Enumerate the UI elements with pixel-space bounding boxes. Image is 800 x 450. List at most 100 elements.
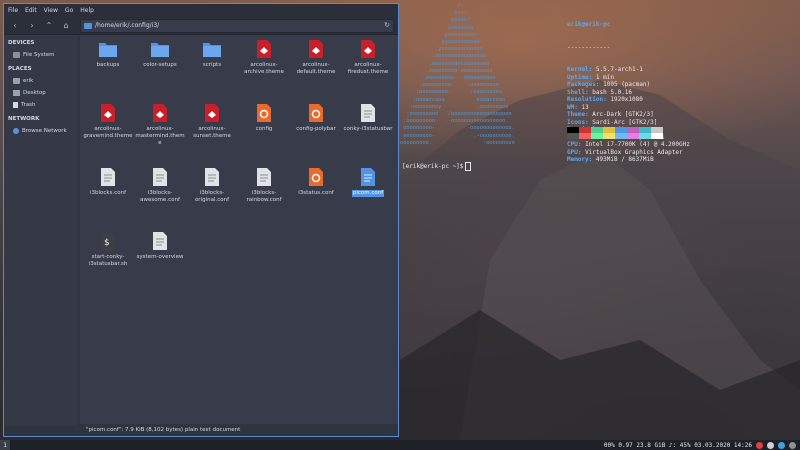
file-item[interactable]: $ start-conky-i3statusbar.sh xyxy=(82,231,134,295)
home-icon[interactable]: ⌂ xyxy=(59,19,73,33)
file-item[interactable]: arcolinux-archive.theme xyxy=(238,39,290,103)
network-globe-icon xyxy=(13,128,19,134)
file-item[interactable]: scripts xyxy=(186,39,238,103)
file-item[interactable]: color-setups xyxy=(134,39,186,103)
ascii-line: yooooooooooo xyxy=(400,39,480,46)
file-item[interactable]: arcolinux-mastermind.theme xyxy=(134,103,186,167)
file-item[interactable]: i3blocks-original.conf xyxy=(186,167,238,231)
terminal-window[interactable]: /- ooo: yoooo/ yooooooo yooooooooo yoooo… xyxy=(400,3,800,173)
sidebar-item-browse-network[interactable]: Browse Network xyxy=(4,125,78,137)
sidebar-item-trash[interactable]: Trash xyxy=(4,99,78,111)
info-value: Intel i7-7700K (4) @ 4.200GHz xyxy=(581,141,690,148)
up-arrow-icon[interactable]: ⌃ xyxy=(42,19,56,33)
color-swatch xyxy=(591,133,603,139)
file-item[interactable]: i3status.conf xyxy=(290,167,342,231)
forward-arrow-icon[interactable]: › xyxy=(25,19,39,33)
ascii-line: ooooooooo- .-oooooooooo. xyxy=(400,132,515,139)
info-row: Memory: 493MiB / 8637MiB xyxy=(567,156,690,164)
file-name: picom.conf xyxy=(351,190,385,197)
file-item[interactable]: picom.conf xyxy=(342,167,394,231)
sidebar-head-network: NETWORK xyxy=(8,116,40,122)
drive-icon xyxy=(13,52,20,58)
places-sidebar: DEVICES File System PLACES erik Desktop … xyxy=(4,35,78,426)
file-item[interactable]: i3blocks-awesome.conf xyxy=(134,167,186,231)
tray-network-icon[interactable] xyxy=(756,441,763,449)
ascii-line: :ooooooooo /ooooooooooooooooooo xyxy=(400,111,512,118)
file-item[interactable]: arcolinux-firedust.theme xyxy=(342,39,394,103)
folder-icon xyxy=(98,39,118,59)
file-icon xyxy=(98,103,118,123)
menu-file[interactable]: File xyxy=(8,7,18,14)
shell-prompt[interactable]: [erik@erik-pc ~]$ xyxy=(402,162,472,171)
tray-update-icon[interactable] xyxy=(778,441,785,449)
reload-icon[interactable]: ↻ xyxy=(384,21,390,29)
trash-icon xyxy=(13,102,18,108)
info-key: Theme: xyxy=(567,111,589,118)
file-item[interactable]: conky-i3statusbar xyxy=(342,103,394,167)
file-item[interactable]: backups xyxy=(82,39,134,103)
color-swatch xyxy=(615,133,627,139)
file-item[interactable]: arcolinux-sunset.theme xyxy=(186,103,238,167)
ascii-line: .ooooooooo- oooooooooo xyxy=(400,75,496,82)
file-item[interactable]: arcolinux-default.theme xyxy=(290,39,342,103)
info-row: WM: i3 xyxy=(567,104,690,112)
sidebar-item-label: erik xyxy=(23,78,34,84)
tray-app-icon[interactable] xyxy=(767,441,774,449)
ascii-line: :ooooooooo. :ooooooooo xyxy=(400,89,503,96)
ascii-line: .oooooooooooooooo xyxy=(400,53,487,60)
info-value: 1005 (pacman) xyxy=(599,81,651,88)
file-name: i3status.conf xyxy=(298,190,334,196)
file-manager-window: File Edit View Go Help ‹ › ⌃ ⌂ /home/eri… xyxy=(3,3,399,437)
menu-help[interactable]: Help xyxy=(80,7,94,14)
ascii-line: ooo: xyxy=(400,10,467,17)
file-item[interactable]: arcolinux-gravemind.theme xyxy=(82,103,134,167)
info-key: Kernel: xyxy=(567,66,593,73)
workspace-button[interactable]: 1 xyxy=(0,440,10,450)
file-item[interactable]: system-overview xyxy=(134,231,186,295)
file-icon xyxy=(202,167,222,187)
file-name: color-setups xyxy=(143,62,177,68)
sidebar-item-desktop[interactable]: Desktop xyxy=(4,87,78,99)
info-key: Memory: xyxy=(567,156,593,163)
ascii-line: yoooo/ xyxy=(400,17,471,24)
ascii-line: .ooooooooo-oooooooooo xyxy=(400,67,493,74)
status-blocks: 00% 0.97 23.8 GiB ♪: 45% 03.03.2020 14:2… xyxy=(604,441,800,449)
status-bar: "picom.conf": 7.9 KiB (8,102 bytes) plai… xyxy=(80,424,398,436)
user-host: erik@erik-pc xyxy=(567,21,611,28)
file-item[interactable]: config-polybar xyxy=(290,103,342,167)
neofetch-logo: /- ooo: yoooo/ yooooooo yooooooooo yoooo… xyxy=(400,3,560,147)
file-name: arcolinux-sunset.theme xyxy=(193,126,231,139)
menu-edit[interactable]: Edit xyxy=(25,7,37,14)
file-item[interactable]: config xyxy=(238,103,290,167)
file-name: start-conky-i3statusbar.sh xyxy=(88,254,128,267)
file-icon xyxy=(306,167,326,187)
file-icon xyxy=(98,167,118,187)
back-arrow-icon[interactable]: ‹ xyxy=(8,19,22,33)
sidebar-item-label: Browse Network xyxy=(22,128,67,134)
sidebar-head-devices: DEVICES xyxy=(8,40,35,46)
sidebar-item-label: File System xyxy=(23,52,55,58)
file-view: backups color-setups scripts arcolinux-arch… xyxy=(80,35,398,426)
sidebar-item-file-system[interactable]: File System xyxy=(4,49,78,61)
i3-status-bar: 1 00% 0.97 23.8 GiB ♪: 45% 03.03.2020 14… xyxy=(0,440,800,450)
folder-icon xyxy=(84,22,92,29)
file-icon xyxy=(254,103,274,123)
color-swatch xyxy=(639,133,651,139)
ascii-line: .oooooooarcoooooooo xyxy=(400,60,490,67)
menu-go[interactable]: Go xyxy=(65,7,73,14)
file-name: i3blocks.conf xyxy=(89,190,127,196)
tray-volume-icon[interactable] xyxy=(789,441,796,449)
menu-view[interactable]: View xyxy=(44,7,58,14)
info-key: Icons: xyxy=(567,118,589,126)
location-bar[interactable]: /home/erik/.config/i3/ ↻ xyxy=(80,18,394,33)
color-swatch xyxy=(627,133,639,139)
file-icon xyxy=(358,39,378,59)
info-value: i3 xyxy=(577,103,589,111)
file-item[interactable]: i3blocks-rainbow.conf xyxy=(238,167,290,231)
file-icon xyxy=(306,39,326,59)
file-item[interactable]: i3blocks.conf xyxy=(82,167,134,231)
sidebar-item-home[interactable]: erik xyxy=(4,75,78,87)
status-text: "picom.conf": 7.9 KiB (8,102 bytes) plai… xyxy=(86,427,241,433)
info-row: Resolution: 1920x1080 xyxy=(567,96,690,104)
ascii-line: yooooooo xyxy=(400,24,474,31)
